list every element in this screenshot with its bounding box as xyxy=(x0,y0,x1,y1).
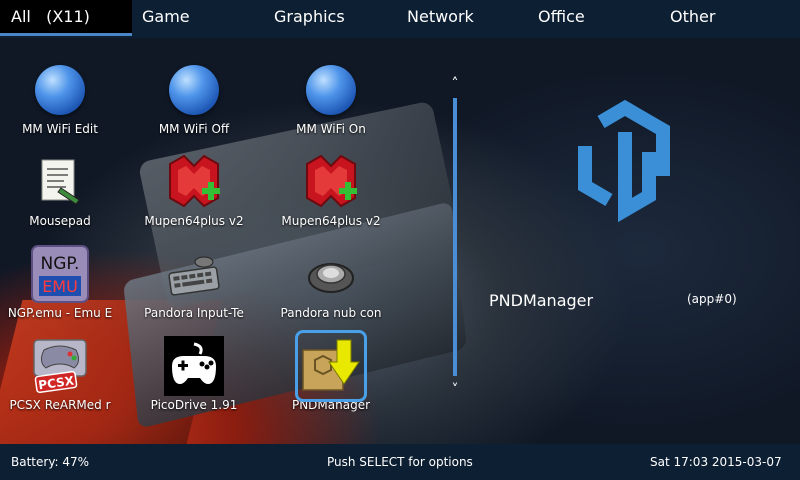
category-tab-bar: All (X11) Game Graphics Network Office O… xyxy=(0,0,800,38)
gamepad-icon xyxy=(164,336,224,396)
status-bar: Battery: 47% Push SELECT for options Sat… xyxy=(0,444,800,480)
pcsx-icon: PCSX xyxy=(30,336,90,396)
globe-icon xyxy=(301,60,361,120)
tab-all-x11[interactable]: All (X11) xyxy=(0,0,132,36)
selected-app-name: PNDManager xyxy=(489,291,594,310)
globe-icon xyxy=(164,60,224,120)
selected-app-id: (app#0) xyxy=(687,292,737,306)
globe-icon xyxy=(30,60,90,120)
tab-graphics[interactable]: Graphics xyxy=(274,0,345,36)
app-mousepad[interactable]: Mousepad xyxy=(0,152,128,228)
app-label: PicoDrive 1.91 xyxy=(150,398,238,412)
tab-network[interactable]: Network xyxy=(407,0,474,36)
pnd-logo-icon xyxy=(565,94,685,223)
pndmanager-icon xyxy=(301,336,361,396)
app-mupen64plus-2[interactable]: Mupen64plus v2 xyxy=(263,152,399,228)
app-label: MM WiFi Edit xyxy=(22,122,98,136)
app-label: NGP.emu - Emu E xyxy=(7,306,113,320)
tab-game[interactable]: Game xyxy=(142,0,190,36)
keyboard-icon xyxy=(164,244,224,304)
app-label: PCSX ReARMed r xyxy=(9,398,111,412)
scroll-up-arrow-icon[interactable]: ˄ xyxy=(447,76,463,92)
app-mupen64plus-1[interactable]: Mupen64plus v2 xyxy=(126,152,262,228)
app-label: MM WiFi On xyxy=(296,122,366,136)
app-label: Mupen64plus v2 xyxy=(281,214,381,228)
notepad-icon xyxy=(30,152,90,212)
tab-other[interactable]: Other xyxy=(670,0,715,36)
app-picodrive[interactable]: PicoDrive 1.91 xyxy=(126,336,262,412)
nub-icon xyxy=(301,244,361,304)
app-mm-wifi-off[interactable]: MM WiFi Off xyxy=(126,60,262,136)
mupen64-icon xyxy=(164,152,224,212)
scroll-down-arrow-icon[interactable]: ˅ xyxy=(447,382,463,398)
svg-text:EMU: EMU xyxy=(42,277,78,296)
clock: Sat 17:03 2015-03-07 xyxy=(650,455,782,469)
app-pandora-nub-config[interactable]: Pandora nub con xyxy=(263,244,399,320)
app-label: Pandora nub con xyxy=(280,306,382,320)
app-ngp-emu[interactable]: NGP. EMU NGP.emu - Emu E xyxy=(0,244,128,320)
app-pndmanager[interactable]: PNDManager xyxy=(263,330,399,412)
app-label: Mousepad xyxy=(29,214,91,228)
ngp-emu-icon: NGP. EMU xyxy=(30,244,90,304)
mupen64-icon xyxy=(301,152,361,212)
battery-status: Battery: 47% xyxy=(11,455,90,469)
svg-text:NGP.: NGP. xyxy=(41,254,80,274)
select-hint: Push SELECT for options xyxy=(327,455,473,469)
app-pandora-input-test[interactable]: Pandora Input-Te xyxy=(126,244,262,320)
app-label: Pandora Input-Te xyxy=(144,306,244,320)
app-label: MM WiFi Off xyxy=(158,122,230,136)
app-mm-wifi-edit[interactable]: MM WiFi Edit xyxy=(0,60,128,136)
app-mm-wifi-on[interactable]: MM WiFi On xyxy=(263,60,399,136)
tab-office[interactable]: Office xyxy=(538,0,585,36)
scrollbar[interactable] xyxy=(453,98,457,376)
app-pcsx-rearmed[interactable]: PCSX PCSX ReARMed r xyxy=(0,336,128,412)
app-label: Mupen64plus v2 xyxy=(144,214,244,228)
